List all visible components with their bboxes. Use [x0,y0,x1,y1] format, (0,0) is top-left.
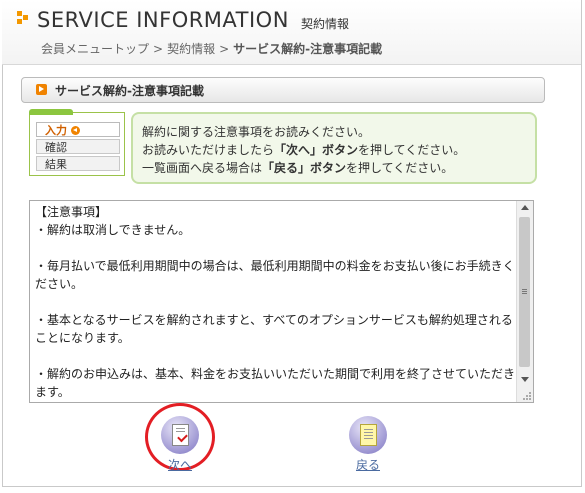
terms-text: 【注意事項】 ・解約は取消しできません。 ・毎月払いで最低利用期間中の場合は、最… [35,205,516,399]
step-input-label: 入力 [45,124,67,137]
back-label[interactable]: 戻る [338,456,398,473]
breadcrumb-contract-info[interactable]: 契約情報 [167,42,215,56]
next-button[interactable]: 次へ [150,416,210,473]
section-header: サービス解約-注意事項記載 [21,77,545,103]
step-confirm-label: 確認 [45,141,67,154]
step-result: 結果 [36,156,120,171]
instruction-back-emphasis: 「戻る」ボタン [262,161,347,175]
section-title: サービス解約-注意事項記載 [55,84,204,98]
instruction-line-2-tail: を押してください。 [358,143,466,157]
step-indicator: 入力 確認 結果 [29,109,125,176]
instruction-line-2: お読みいただけましたら「次へ」ボタンを押してください。 [142,141,465,158]
breadcrumb: 会員メニュートップ > 契約情報 > サービス解約-注意事項記載 [41,40,382,57]
arrow-right-icon [36,84,47,95]
step-confirm: 確認 [36,139,120,154]
instruction-line-3: 一覧画面へ戻る場合は「戻る」ボタンを押してください。 [142,159,453,176]
instruction-line-3-text: 一覧画面へ戻る場合は [142,161,263,175]
breadcrumb-separator: > [153,42,164,56]
instruction-line-3-tail: を押してください。 [346,161,454,175]
breadcrumb-current: サービス解約-注意事項記載 [233,42,383,56]
page-header: SERVICE INFORMATION 契約情報 会員メニュートップ > 契約情報 >… [2,0,581,65]
document-icon [360,424,377,446]
back-orb [349,416,387,454]
next-label[interactable]: 次へ [150,456,210,473]
current-step-arrow-icon [71,126,80,135]
terms-textarea[interactable]: 【注意事項】 ・解約は取消しできません。 ・毎月払いで最低利用期間中の場合は、最… [29,200,534,403]
scroll-up-icon[interactable] [521,205,529,210]
checkmark-icon [177,431,188,443]
scroll-thumb[interactable] [519,217,530,367]
page-subtitle: 契約情報 [301,17,350,31]
step-tab-decoration [29,109,73,115]
document-check-icon [172,424,189,446]
resize-handle-icon[interactable] [522,391,532,401]
breadcrumb-separator: > [219,42,230,56]
instruction-line-1: 解約に関する注意事項をお読みください。 [142,125,371,139]
terms-scrollbar[interactable] [516,201,533,402]
page-title: SERVICE INFORMATION [37,8,289,32]
logo-icon [17,11,31,25]
grip-icon [522,289,527,290]
instruction-next-emphasis: 「次へ」ボタン [274,143,359,157]
instruction-line-2-text: お読みいただけましたら [142,143,275,157]
back-button[interactable]: 戻る [338,416,398,473]
step-input: 入力 [36,122,120,137]
scroll-down-icon[interactable] [521,377,529,382]
instruction-box: 解約に関する注意事項をお読みください。 お読みいただけましたら「次へ」ボタンを押… [131,112,537,184]
step-result-label: 結果 [45,158,67,171]
breadcrumb-member-top[interactable]: 会員メニュートップ [41,42,149,56]
next-orb [161,416,199,454]
